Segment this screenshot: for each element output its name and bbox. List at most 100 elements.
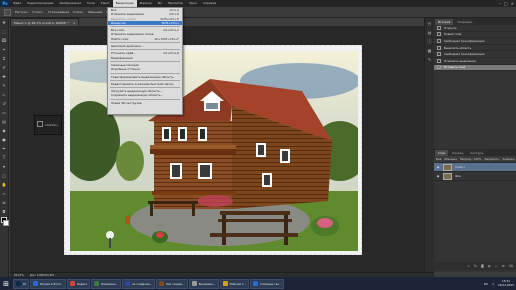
panel-tab[interactable]: Контуры xyxy=(467,150,487,156)
layer-option[interactable]: Вид xyxy=(436,158,441,161)
maximize-icon[interactable]: □ xyxy=(504,1,508,6)
history-tabs: История Операции xyxy=(434,18,516,25)
brush-tool-icon[interactable]: ✎ xyxy=(1,82,8,89)
history-item-label: Выделить область xyxy=(444,45,472,50)
volume-icon[interactable]: ◁ xyxy=(492,282,494,286)
select-menu-item[interactable]: Новая 3D-экструзия xyxy=(108,101,182,105)
select-menu-item[interactable]: Трансформировать выделенную область xyxy=(108,75,182,79)
panel-tab[interactable]: Операции xyxy=(454,19,476,25)
layer-option[interactable]: Заливка: 100% xyxy=(503,158,516,161)
select-menu-item[interactable]: Инверсия Shift+Ctrl+I xyxy=(108,20,182,26)
link-icon[interactable]: ∞ xyxy=(467,264,470,268)
dodge-tool-icon[interactable]: ● xyxy=(1,136,8,143)
menu-item[interactable]: Слои xyxy=(84,0,98,7)
ps-logo[interactable]: Ps xyxy=(0,0,10,7)
history-item[interactable]: Открыть xyxy=(434,25,516,32)
clock[interactable]: 15:31 26.02.2015 xyxy=(498,279,514,287)
panel-tab[interactable]: История xyxy=(435,19,454,25)
move-tool-icon[interactable]: ✥ xyxy=(1,19,8,26)
quickmask-icon[interactable]: ◘ xyxy=(1,208,8,215)
taskbar-item[interactable]: на создание... xyxy=(122,278,156,289)
history-item[interactable]: Вставить слой xyxy=(434,64,516,72)
language-indicator[interactable]: RU xyxy=(484,282,488,286)
type-tool-icon[interactable]: T xyxy=(1,154,8,161)
close-doc-icon[interactable]: × xyxy=(73,21,76,25)
zoom-tool-icon[interactable]: ⌕ xyxy=(1,190,8,197)
info-panel-icon[interactable]: ⓘ xyxy=(427,39,433,45)
history-item[interactable]: Новый слой xyxy=(434,32,516,39)
marquee-tool-icon[interactable]: ⬚ xyxy=(1,28,8,35)
menu-item[interactable]: Текст xyxy=(98,0,113,7)
history-item[interactable]: Отменить выделение xyxy=(434,58,516,65)
blur-tool-icon[interactable]: ◆ xyxy=(1,127,8,134)
path-select-icon[interactable]: ➤ xyxy=(1,163,8,170)
menu-item[interactable]: Выделение xyxy=(112,0,137,7)
menu-item[interactable]: Справка xyxy=(200,0,219,7)
taskbar-item[interactable]: Безымянн... xyxy=(188,278,219,289)
menu-item[interactable]: Изображение xyxy=(56,0,84,7)
taskbar-item[interactable]: Как соедин... xyxy=(156,278,188,289)
swap-colors-icon[interactable]: ⇆ xyxy=(1,199,8,206)
option-label: 0 пикс. xyxy=(32,10,44,14)
select-menu-item[interactable]: Цветовой диапазон... xyxy=(108,44,182,48)
layer-option[interactable]: Обычные xyxy=(444,158,457,161)
layer-option[interactable]: Закрепить: xyxy=(484,158,499,161)
eye-icon[interactable]: ◉ xyxy=(436,174,440,178)
eye-icon[interactable]: ◉ xyxy=(436,165,440,169)
select-menu-item[interactable]: Найти слои Alt+Shift+Ctrl+F xyxy=(108,37,182,41)
swatches-panel-icon[interactable]: ▦ xyxy=(427,48,433,54)
new-layer-icon[interactable]: ⊞ xyxy=(502,264,505,268)
layer-option[interactable]: Непрозр.: 100% xyxy=(460,158,481,161)
trash-icon[interactable]: ⌫ xyxy=(508,264,513,268)
crop-tool-icon[interactable]: ⌗ xyxy=(1,55,8,62)
adjust-icon[interactable]: ◐ xyxy=(488,264,491,268)
menu-item[interactable]: Фильтр xyxy=(137,0,155,7)
menu-item[interactable]: Редактирование xyxy=(24,0,56,7)
history-item[interactable]: Выделить область xyxy=(434,45,516,52)
history-brush-icon[interactable]: ↺ xyxy=(1,100,8,107)
history-panel-icon[interactable]: ◴ xyxy=(427,21,433,27)
brush-panel-icon[interactable]: ✎ xyxy=(427,57,433,63)
taskbar-item[interactable]: Сложные тек... xyxy=(249,278,285,289)
select-menu-item[interactable]: Модификация xyxy=(108,56,182,60)
taskbar-item[interactable]: Ps xyxy=(13,278,29,289)
panel-tab[interactable]: Каналы xyxy=(449,150,467,156)
start-button-icon[interactable]: ⊞ xyxy=(0,277,12,290)
background-color-swatch[interactable] xyxy=(3,220,9,226)
eyedropper-tool-icon[interactable]: ✐ xyxy=(1,64,8,71)
collapsed-panel[interactable]: Слой без... xyxy=(34,115,62,135)
menu-item[interactable]: Окно xyxy=(186,0,200,7)
history-item[interactable]: Свободная трансформация xyxy=(434,38,516,45)
mask-icon[interactable]: ◙ xyxy=(481,264,484,268)
shape-tool-icon[interactable]: ▢ xyxy=(1,172,8,179)
select-menu-item[interactable]: Сохранить выделенную область... xyxy=(108,93,182,97)
properties-panel-icon[interactable]: ▤ xyxy=(427,30,433,36)
minimize-icon[interactable]: – xyxy=(499,1,501,6)
panel-tab[interactable]: Слои xyxy=(435,150,449,156)
pen-tool-icon[interactable]: ✒ xyxy=(1,145,8,152)
menu-item[interactable]: Файл xyxy=(10,0,24,7)
select-menu-item[interactable]: Редактировать в режиме быстрой маски xyxy=(108,82,182,86)
document-tab[interactable]: Макет 1 @ 66,7% (Слой 0, RGB/8) * × xyxy=(10,18,80,26)
stamp-tool-icon[interactable]: ⊥ xyxy=(1,91,8,98)
taskbar-item[interactable]: Рисуем в Фото... xyxy=(29,278,66,289)
wand-tool-icon[interactable]: ✦ xyxy=(1,46,8,53)
select-menu-item[interactable]: Подобные оттенки xyxy=(108,67,182,71)
menu-item[interactable]: 3D xyxy=(155,0,165,7)
hand-tool-icon[interactable]: ✋ xyxy=(1,181,8,188)
marquee-tool-icon[interactable] xyxy=(4,8,11,16)
lasso-tool-icon[interactable]: ↂ xyxy=(1,37,8,44)
taskbar-item[interactable]: Рабочая т... xyxy=(219,278,249,289)
eraser-tool-icon[interactable]: ▭ xyxy=(1,109,8,116)
layer-row[interactable]: ◉ Слой 1 xyxy=(434,163,516,172)
gradient-tool-icon[interactable]: ▤ xyxy=(1,118,8,125)
layer-row[interactable]: ◉ Фон xyxy=(434,172,516,181)
fx-icon[interactable]: fx xyxy=(474,264,477,268)
taskbar-item[interactable]: Безымянн... xyxy=(91,278,122,289)
history-item[interactable]: Свободная трансформация xyxy=(434,51,516,58)
taskbar-item[interactable]: Яндекс xyxy=(66,278,91,289)
menu-item[interactable]: Просмотр xyxy=(165,0,186,7)
folder-icon[interactable]: ▭ xyxy=(495,264,498,268)
heal-tool-icon[interactable]: ✚ xyxy=(1,73,8,80)
close-icon[interactable]: × xyxy=(511,1,514,6)
